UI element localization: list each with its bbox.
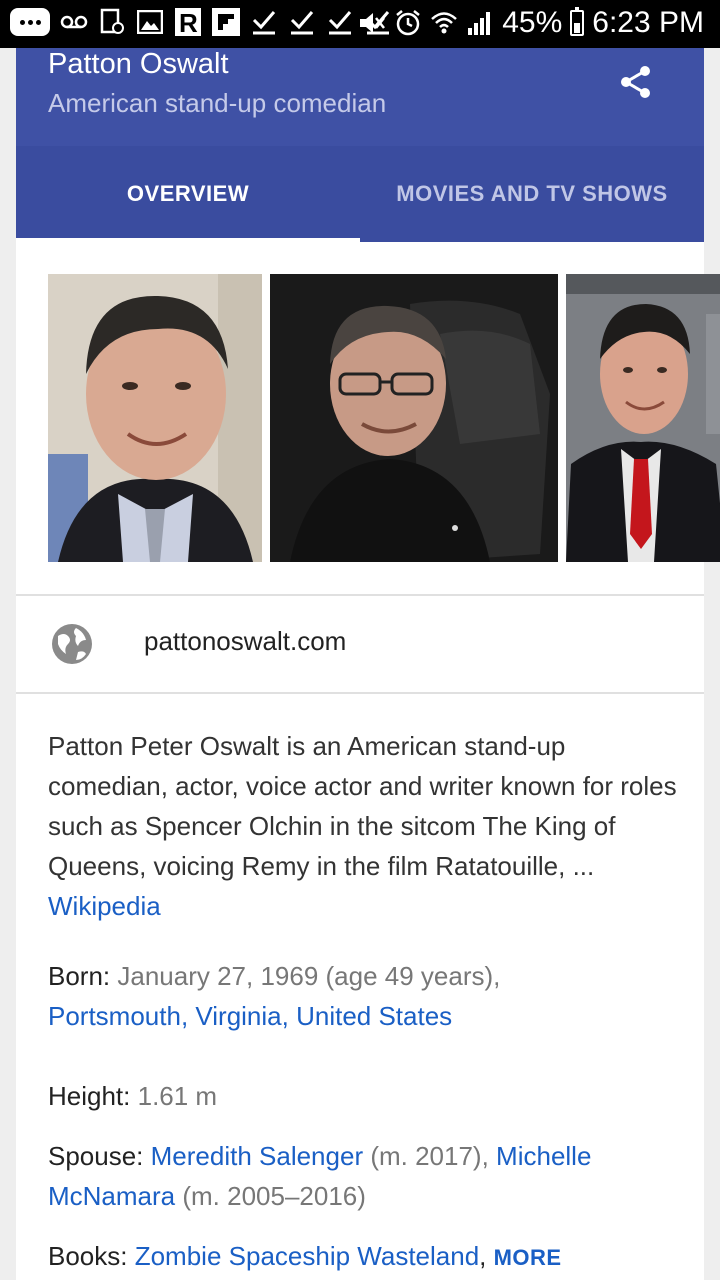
- voicemail-icon: [60, 8, 88, 36]
- born-value: January 27, 1969 (age 49 years),: [117, 961, 501, 991]
- books-label: Books:: [48, 1241, 135, 1271]
- spouse-1-dates: (m. 2017),: [363, 1141, 497, 1171]
- entity-subtitle: American stand-up comedian: [48, 88, 387, 118]
- tab-movies-and-tv-shows[interactable]: MOVIES AND TV SHOWS: [360, 146, 704, 242]
- entity-title: Patton Oswalt: [48, 48, 229, 80]
- wikipedia-link[interactable]: Wikipedia: [48, 891, 161, 921]
- more-button[interactable]: MORE: [494, 1245, 562, 1270]
- chat-bubble-icon: [10, 8, 50, 36]
- website-link[interactable]: pattonoswalt.com: [144, 626, 346, 657]
- fact-spouse: Spouse: Meredith Salenger (m. 2017), Mic…: [48, 1136, 688, 1216]
- system-status: 45% 6:23 PM: [358, 6, 704, 40]
- tab-overview[interactable]: OVERVIEW: [16, 146, 360, 242]
- battery-percent: 45%: [502, 6, 563, 39]
- website-row[interactable]: pattonoswalt.com: [16, 596, 704, 692]
- height-label: Height:: [48, 1081, 138, 1111]
- photo-3[interactable]: [566, 274, 720, 562]
- notification-icons: R: [10, 8, 392, 36]
- globe-icon: [50, 622, 94, 666]
- status-bar: R 45% 6:23 PM: [0, 0, 720, 48]
- signal-icon: [466, 9, 494, 37]
- clock: 6:23 PM: [592, 6, 704, 39]
- gallery-icon: [136, 8, 164, 36]
- tab-bar: OVERVIEW MOVIES AND TV SHOWS: [16, 146, 704, 242]
- fact-height: Height: 1.61 m: [48, 1076, 688, 1116]
- photo-1[interactable]: [48, 274, 262, 562]
- born-place-link[interactable]: Portsmouth, Virginia, United States: [48, 1001, 452, 1031]
- reddit-r-icon: R: [174, 8, 202, 36]
- photo-carousel[interactable]: [48, 274, 720, 562]
- born-label: Born:: [48, 961, 118, 991]
- check-download-icon-1: [250, 8, 278, 36]
- wifi-icon: [430, 9, 458, 37]
- battery-icon: [570, 7, 585, 36]
- book-1-link[interactable]: Zombie Spaceship Wasteland: [135, 1241, 479, 1271]
- share-icon[interactable]: [616, 62, 656, 102]
- description: Patton Peter Oswalt is an American stand…: [48, 726, 678, 926]
- flipboard-icon: [212, 8, 240, 36]
- spouse-label: Spouse:: [48, 1141, 151, 1171]
- overview-card: pattonoswalt.com Patton Peter Oswalt is …: [16, 242, 720, 1280]
- divider: [16, 692, 704, 694]
- svg-text:R: R: [179, 8, 198, 36]
- check-download-icon-2: [288, 8, 316, 36]
- knowledge-panel-header: Patton Oswalt American stand-up comedian: [16, 48, 704, 146]
- spouse-1-link[interactable]: Meredith Salenger: [151, 1141, 363, 1171]
- fact-born: Born: January 27, 1969 (age 49 years), P…: [48, 956, 688, 1036]
- alarm-icon: [394, 9, 422, 37]
- spouse-2-dates: (m. 2005–2016): [175, 1181, 366, 1211]
- check-download-icon-3: [326, 8, 354, 36]
- screen-record-icon: [98, 8, 126, 36]
- height-value: 1.61 m: [137, 1081, 218, 1111]
- photo-2[interactable]: [270, 274, 558, 562]
- mute-icon: [358, 9, 386, 37]
- description-text: Patton Peter Oswalt is an American stand…: [48, 731, 677, 881]
- fact-books: Books: Zombie Spaceship Wasteland, MORE: [48, 1236, 688, 1278]
- books-separator: ,: [479, 1241, 494, 1271]
